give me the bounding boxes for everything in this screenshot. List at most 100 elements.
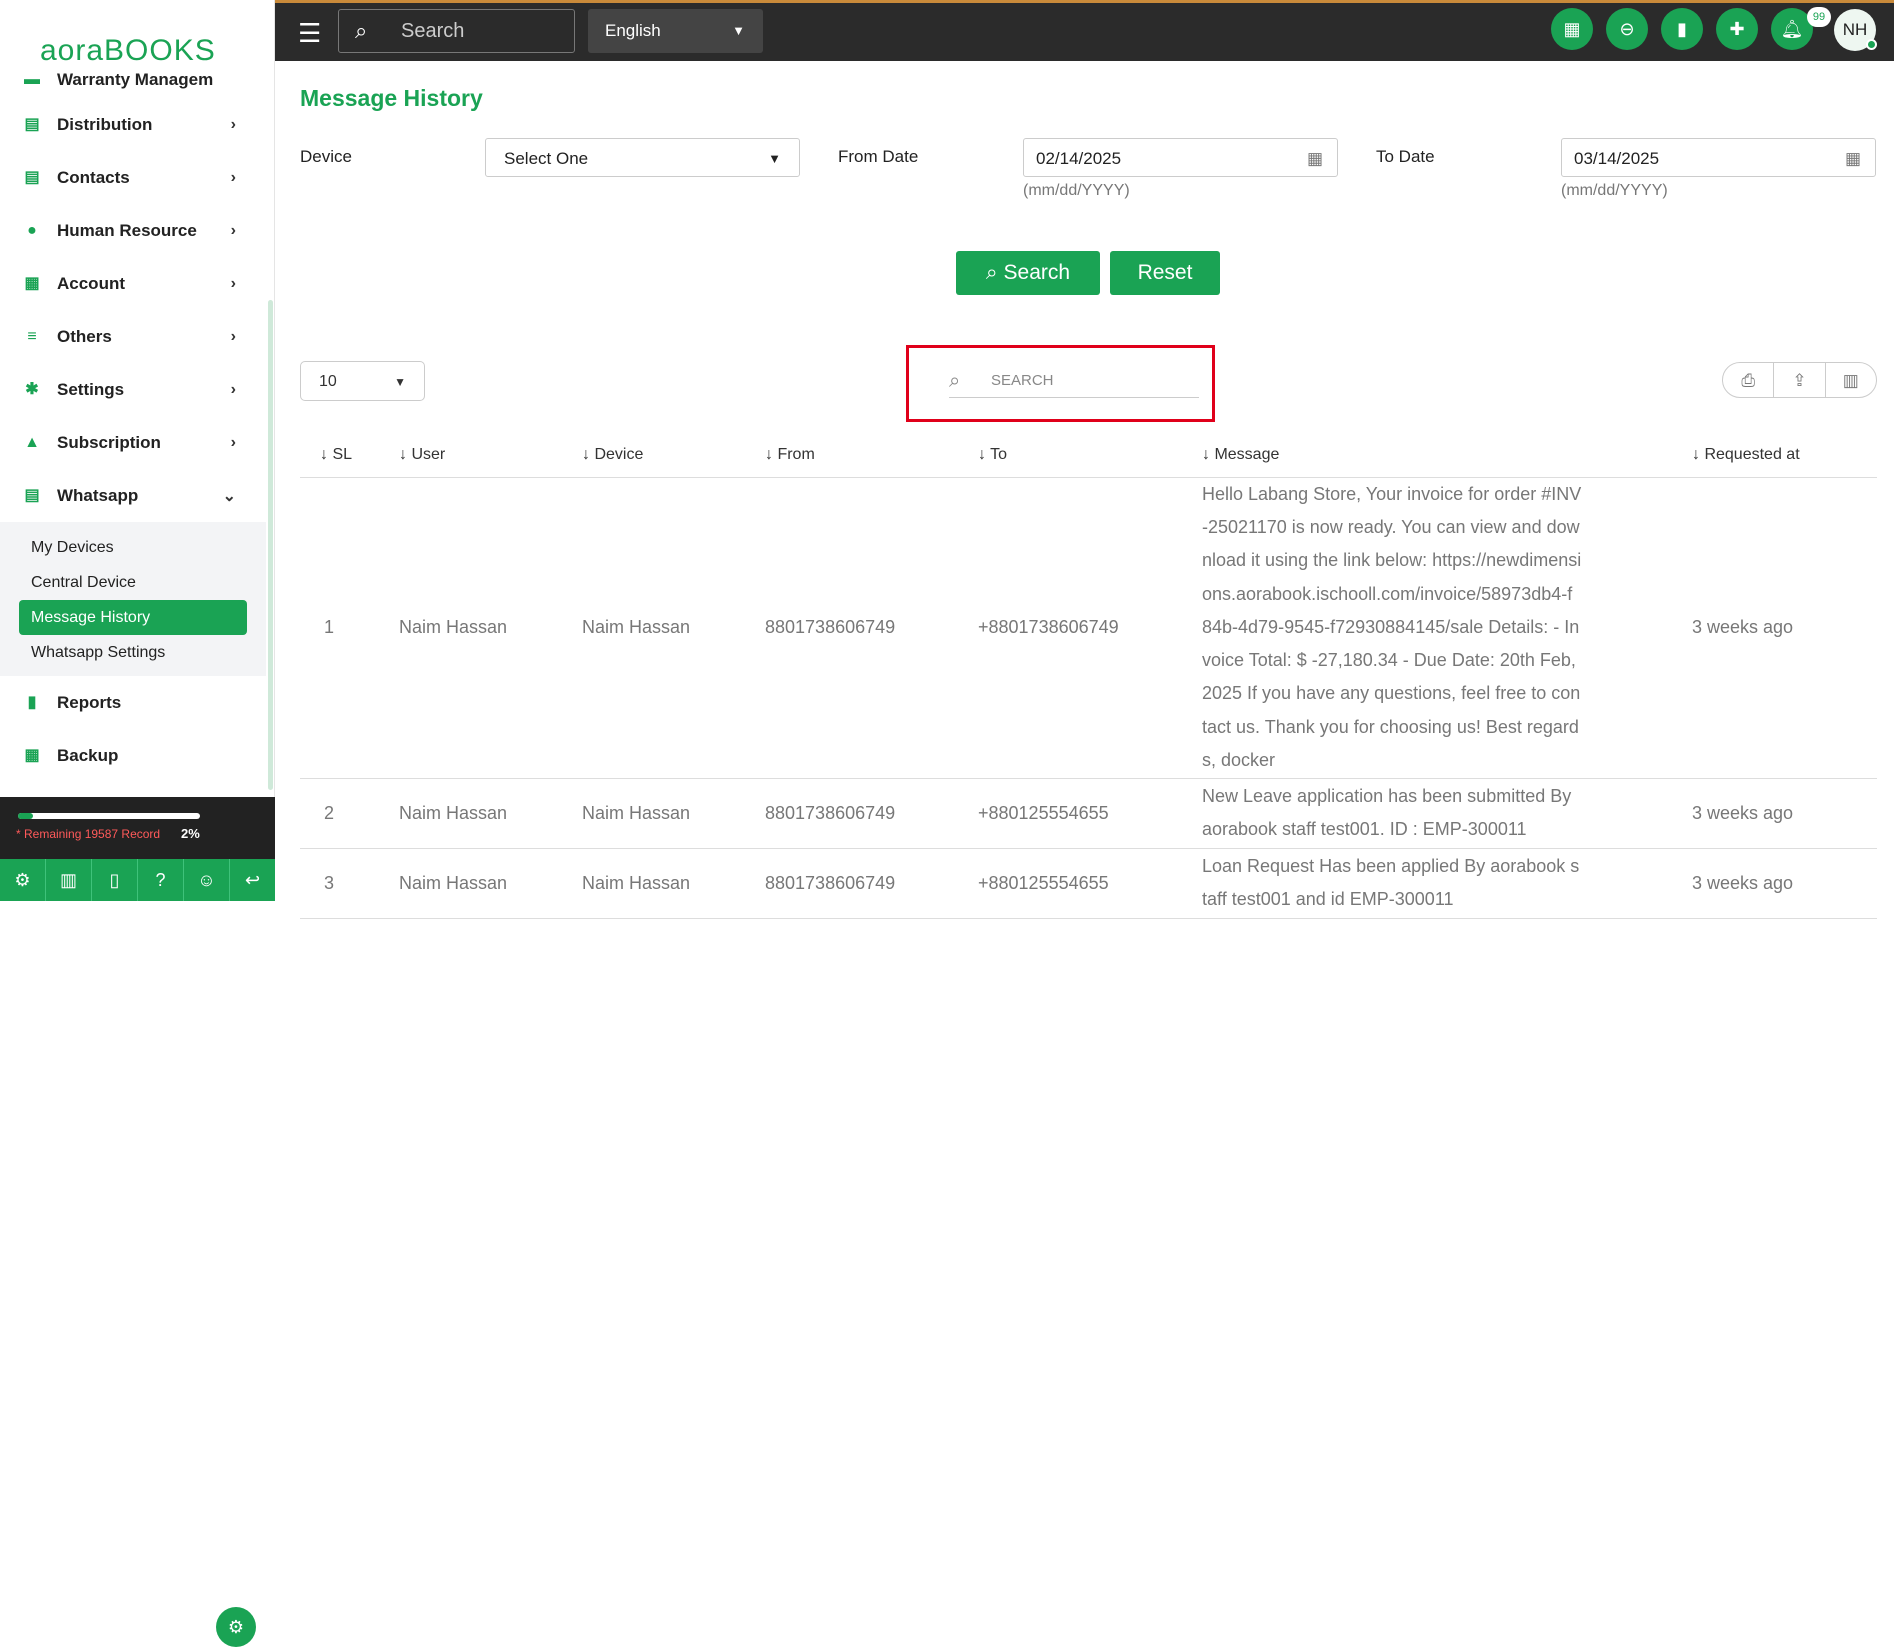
sidebar-item-label: Others [57, 326, 112, 346]
help-icon[interactable]: ? [138, 859, 184, 901]
storage-progress [18, 813, 200, 819]
sidebar-item-settings[interactable]: ✱ Settings › [0, 363, 266, 416]
sidebar-item-my-devices[interactable]: My Devices [19, 530, 247, 565]
minus-icon: ▬ [24, 71, 40, 88]
chevron-down-icon: ⌄ [222, 487, 236, 505]
cell-device: Naim Hassan [582, 778, 765, 849]
cell-from: 8801738606749 [765, 477, 978, 779]
table-tools: ⎙ ⇪ ▥ [1722, 362, 1877, 398]
settings-icon[interactable]: ⚙ [0, 859, 46, 901]
menu-icon[interactable]: ☰ [298, 18, 321, 49]
page-title: Message History [300, 85, 483, 111]
table-row[interactable]: 3 Naim Hassan Naim Hassan 8801738606749 … [300, 848, 1877, 919]
app-logo[interactable]: aoraBOOKS [40, 34, 216, 68]
sidebar-item-others[interactable]: ≡ Others › [0, 310, 266, 363]
back-icon[interactable]: ↩ [230, 859, 275, 901]
column-header-label: SL [332, 445, 353, 463]
sidebar-item-distribution[interactable]: ▤ Distribution › [0, 98, 266, 151]
table-row[interactable]: 1 Naim Hassan Naim Hassan 8801738606749 … [300, 477, 1877, 779]
calculator-icon: ▦ [24, 274, 40, 292]
search-icon: ⌕ [985, 261, 1004, 284]
cell-to: +8801738606749 [978, 477, 1202, 779]
sidebar-item-label: Human Resource [57, 220, 197, 240]
device-select[interactable]: Select One ▼ [485, 138, 800, 177]
from-date-input[interactable]: 02/14/2025 ▦ [1023, 138, 1338, 177]
message-text: New Leave application has been submitted… [1202, 785, 1572, 839]
cell-sl: 2 [300, 778, 399, 849]
avatar-initials: NH [1842, 20, 1868, 39]
language-value: English [605, 21, 661, 40]
global-search-input[interactable]: ⌕ Search [338, 9, 575, 53]
cell-device: Naim Hassan [582, 848, 765, 919]
sidebar-item-contacts[interactable]: ▤ Contacts › [0, 151, 266, 204]
chevron-right-icon: › [230, 380, 236, 398]
reset-button[interactable]: Reset [1110, 251, 1220, 295]
caret-down-icon: ▼ [768, 151, 781, 166]
users-icon: ● [27, 221, 37, 239]
avatar[interactable]: NH [1834, 9, 1877, 51]
page-size-select[interactable]: 10 ▼ [300, 361, 425, 401]
column-header-requested-at[interactable]: ↓ Requested at [1692, 433, 1877, 478]
sidebar-item-message-history[interactable]: Message History [19, 600, 247, 635]
search-button[interactable]: ⌕ Search [956, 251, 1100, 295]
sidebar-item-account[interactable]: ▦ Account › [0, 257, 266, 310]
columns-icon[interactable]: ▥ [1826, 363, 1876, 397]
sidebar-item-whatsapp-settings[interactable]: Whatsapp Settings [19, 635, 247, 670]
language-select[interactable]: English ▼ [588, 9, 763, 53]
gear-icon: ✱ [25, 380, 39, 398]
cell-message: Hello Labang Store, Your invoice for ord… [1202, 477, 1692, 779]
cell-user: Naim Hassan [399, 848, 582, 919]
sidebar-item-reports[interactable]: ▮ Reports [0, 676, 266, 729]
column-header-device[interactable]: ↓ Device [582, 433, 765, 478]
cell-message: Loan Request Has been applied By aoraboo… [1202, 848, 1692, 919]
book-icon[interactable]: ▯ [92, 859, 138, 901]
export-icon[interactable]: ⇪ [1774, 363, 1826, 397]
sidebar-item-subscription[interactable]: ▲ Subscription › [0, 416, 266, 469]
storage-settings-button[interactable]: ⚙ [216, 1607, 256, 1647]
add-icon[interactable]: ✚ [1716, 8, 1758, 50]
page-size-value: 10 [319, 373, 337, 390]
sidebar-item-label: Distribution [57, 114, 153, 134]
book-icon[interactable]: ▮ [1661, 8, 1703, 50]
sidebar-item-warranty[interactable]: ▬ Warranty Managem [0, 68, 266, 92]
table-row[interactable]: 2 Naim Hassan Naim Hassan 8801738606749 … [300, 778, 1877, 849]
doc-icon: ▤ [24, 168, 40, 186]
column-header-sl[interactable]: ↓ SL [300, 433, 399, 478]
sidebar-item-whatsapp[interactable]: ▤ Whatsapp ⌄ [0, 469, 266, 522]
message-text: Loan Request Has been applied By aoraboo… [1202, 855, 1580, 909]
print-icon[interactable]: ⎙ [1723, 363, 1775, 397]
cell-from: 8801738606749 [765, 848, 978, 919]
sidebar-item-backup[interactable]: ▦ Backup [0, 729, 266, 782]
column-header-message[interactable]: ↓ Message [1202, 433, 1692, 478]
list-icon: ≡ [27, 327, 37, 345]
chevron-right-icon: › [230, 168, 236, 186]
table-search-highlight: ⌕ SEARCH [906, 345, 1215, 422]
sidebar-item-label: Settings [57, 379, 125, 399]
chevron-right-icon: › [230, 115, 236, 133]
cell-sl: 3 [300, 848, 399, 919]
cell-to: +880125554655 [978, 778, 1202, 849]
sidebar: aoraBOOKS ▬ Warranty Managem ▤ Distributio… [0, 0, 275, 1647]
bell-icon: ▲ [24, 433, 40, 451]
sidebar-scrollbar[interactable] [268, 300, 273, 790]
search-button-label: Search [1003, 261, 1071, 284]
support-icon[interactable]: ☺ [184, 859, 230, 901]
chart-icon[interactable]: ▥ [46, 859, 92, 901]
signal-icon: ▮ [27, 693, 37, 711]
calendar-icon[interactable]: ▦ [1307, 139, 1323, 178]
to-date-input[interactable]: 03/14/2025 ▦ [1561, 138, 1876, 177]
column-header-label: To [990, 445, 1008, 463]
table-header-row: ↓ SL ↓ User ↓ Device ↓ From ↓ To ↓ Messa… [300, 433, 1877, 478]
column-header-user[interactable]: ↓ User [399, 433, 582, 478]
scan-icon[interactable]: ⊖ [1606, 8, 1648, 50]
column-header-to[interactable]: ↓ To [978, 433, 1202, 478]
from-date-label: From Date [838, 147, 919, 166]
table-search-input[interactable]: ⌕ SEARCH [949, 366, 1199, 398]
device-value: Select One [504, 149, 589, 168]
sidebar-item-central-device[interactable]: Central Device [19, 565, 247, 600]
column-header-from[interactable]: ↓ From [765, 433, 978, 478]
sidebar-item-human-resource[interactable]: ● Human Resource › [0, 204, 266, 257]
calendar-icon[interactable]: ▦ [1845, 139, 1861, 178]
message-history-table: ↓ SL ↓ User ↓ Device ↓ From ↓ To ↓ Messa… [300, 433, 1877, 919]
calculator-icon[interactable]: ▦ [1551, 8, 1593, 50]
